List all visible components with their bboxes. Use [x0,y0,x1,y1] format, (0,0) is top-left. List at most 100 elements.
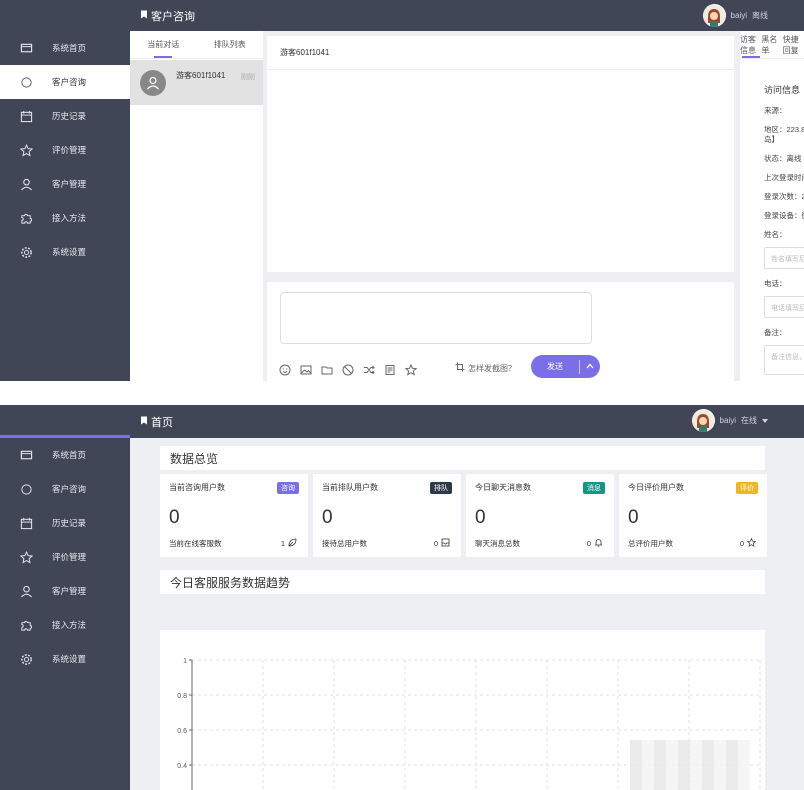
history-icon[interactable] [384,364,396,376]
stat-card-subvalue: 0 [739,537,757,549]
conversation-time: 刚刚 [241,74,255,81]
calendar-icon [0,517,52,530]
user-menu[interactable]: baiyi 离线 [702,4,768,27]
sidebar-item-rating[interactable]: 评价管理 [0,540,130,574]
stat-card-subtitle: 当前在线客服数 [169,539,222,548]
bookmark-icon [140,416,148,428]
sidebar-item-label: 系统设置 [52,247,87,257]
tab-blacklist[interactable]: 黑名单 [761,31,782,58]
sidebar: 系统首页 客户咨询 历史记录 评价管理 客户管理 接入方法 系统设置 [0,0,130,381]
sidebar-item-consult[interactable]: 客户咨询 [0,65,130,99]
tab-visitor-info[interactable]: 访客信息 [740,31,761,58]
tab-quick-reply[interactable]: 快捷回复 [783,31,804,58]
header-bar: 首页 baiyi 在线 [130,405,804,438]
stat-card-value: 0 [322,507,333,528]
chat-circle-icon [0,483,52,496]
stat-card-subvalue: 0 [434,538,450,549]
stat-card-subvalue: 0 [587,538,603,549]
phone-field[interactable]: 电话填写后自动保存 [764,296,804,318]
status-badge: 咨询 [277,482,299,494]
sidebar-item-history[interactable]: 历史记录 [0,99,130,133]
image-icon[interactable] [300,364,312,376]
sidebar-item-consult[interactable]: 客户咨询 [0,472,130,506]
sidebar-item-settings[interactable]: 系统设置 [0,642,130,676]
sidebar-item-home[interactable]: 系统首页 [0,438,130,472]
chart-y-tick-label: 0.6 [177,728,187,735]
sidebar-item-label: 系统首页 [52,450,87,460]
chat-composer: 怎样发截图？ 发送 [267,282,734,381]
gear-icon [0,246,52,259]
info-section-title: 访问信息 [764,85,801,95]
status-badge: 排队 [430,482,452,494]
monitor-icon [0,42,52,55]
sidebar-item-customers[interactable]: 客户管理 [0,167,130,201]
info-region: 地区：223.81.132.159 【中国 、山东 、青岛】 [764,125,804,144]
puzzle-icon [0,619,52,632]
monitor-icon [0,449,52,462]
stat-card-ratings: 今日评价用户数 评价 0 总评价用户数 0 [619,474,767,557]
blurred-watermark [630,740,750,790]
phone-label: 电话： [764,279,787,288]
visitor-info-body: 访问信息 来源： 地区：223.81.132.159 【中国 、山东 、青岛】 … [740,59,804,375]
sidebar-item-integration[interactable]: 接入方法 [0,201,130,235]
dashboard-content: 数据总览 当前咨询用户数 咨询 0 当前在线客服数 1 当前排队用户数 排队 0… [130,438,804,790]
name-label: 姓名： [764,230,787,239]
send-button[interactable]: 发送 [531,355,600,378]
page-title-text: 首页 [151,416,173,429]
sidebar-item-rating[interactable]: 评价管理 [0,133,130,167]
user-icon [0,585,52,598]
stat-card-subtitle: 总评价用户数 [628,539,673,548]
name-field[interactable]: 姓名填写后自动保存 [764,247,804,269]
tab-queue-list[interactable]: 排队列表 [197,31,264,58]
sidebar-item-label: 系统首页 [52,43,87,53]
sidebar-item-label: 历史记录 [52,518,87,528]
star-icon [0,143,52,157]
status-badge: 消息 [583,482,605,494]
stat-card-subvalue: 1 [281,538,297,549]
note-label: 备注： [764,328,787,337]
note-field[interactable]: 备注信息，填写后自动保存 [764,345,804,375]
sidebar-item-home[interactable]: 系统首页 [0,31,130,65]
emoji-icon[interactable] [279,364,291,376]
leaf-icon [288,538,297,549]
inbox-icon [441,538,450,549]
block-icon[interactable] [342,364,354,376]
sidebar-item-settings[interactable]: 系统设置 [0,235,130,269]
stat-card-subvalue-number: 0 [739,539,744,548]
list-item[interactable]: 游客601f1041 刚刚 [130,60,263,105]
conversation-tabs: 当前对话 排队列表 [130,31,263,59]
caret-down-icon[interactable] [762,416,768,425]
tab-current-conversations[interactable]: 当前对话 [130,31,197,58]
visitor-avatar-icon [140,69,166,96]
screenshot-tip-text: 怎样发截图？ [468,363,516,373]
message-input[interactable] [280,292,592,344]
sidebar-item-label: 客户咨询 [52,77,87,87]
transfer-icon[interactable] [363,364,375,376]
page-title-text: 客户咨询 [151,10,195,23]
stat-card-title: 当前咨询用户数 [169,483,225,492]
user-menu[interactable]: baiyi 在线 [691,409,768,432]
sidebar-item-history[interactable]: 历史记录 [0,506,130,540]
stat-card-messages: 今日聊天消息数 消息 0 聊天消息总数 0 [466,474,614,557]
star-outline-icon[interactable] [405,364,417,376]
info-tabs: 访客信息 黑名单 快捷回复 [740,31,804,59]
stat-card-value: 0 [169,507,180,528]
folder-icon[interactable] [321,364,333,376]
status-badge: 评价 [736,482,758,494]
sidebar-item-integration[interactable]: 接入方法 [0,608,130,642]
sidebar-item-label: 接入方法 [52,213,87,223]
screenshot-help-link[interactable]: 怎样发截图？ [455,362,516,374]
stat-card-consult: 当前咨询用户数 咨询 0 当前在线客服数 1 [160,474,308,557]
chevron-up-icon[interactable] [580,362,600,371]
sidebar: 系统首页 客户咨询 历史记录 评价管理 客户管理 接入方法 系统设置 [0,405,130,790]
sidebar-item-label: 客户咨询 [52,484,87,494]
sidebar-item-label: 历史记录 [52,111,87,121]
sidebar-item-label: 客户管理 [52,586,87,596]
gear-icon [0,653,52,666]
sidebar-brand [0,0,130,31]
conversation-name: 游客601f1041 [176,71,226,80]
sidebar-item-customers[interactable]: 客户管理 [0,574,130,608]
trend-section-title: 今日客服服务数据趋势 [160,570,765,594]
chat-toolbar [279,364,417,376]
star-icon [0,550,52,564]
